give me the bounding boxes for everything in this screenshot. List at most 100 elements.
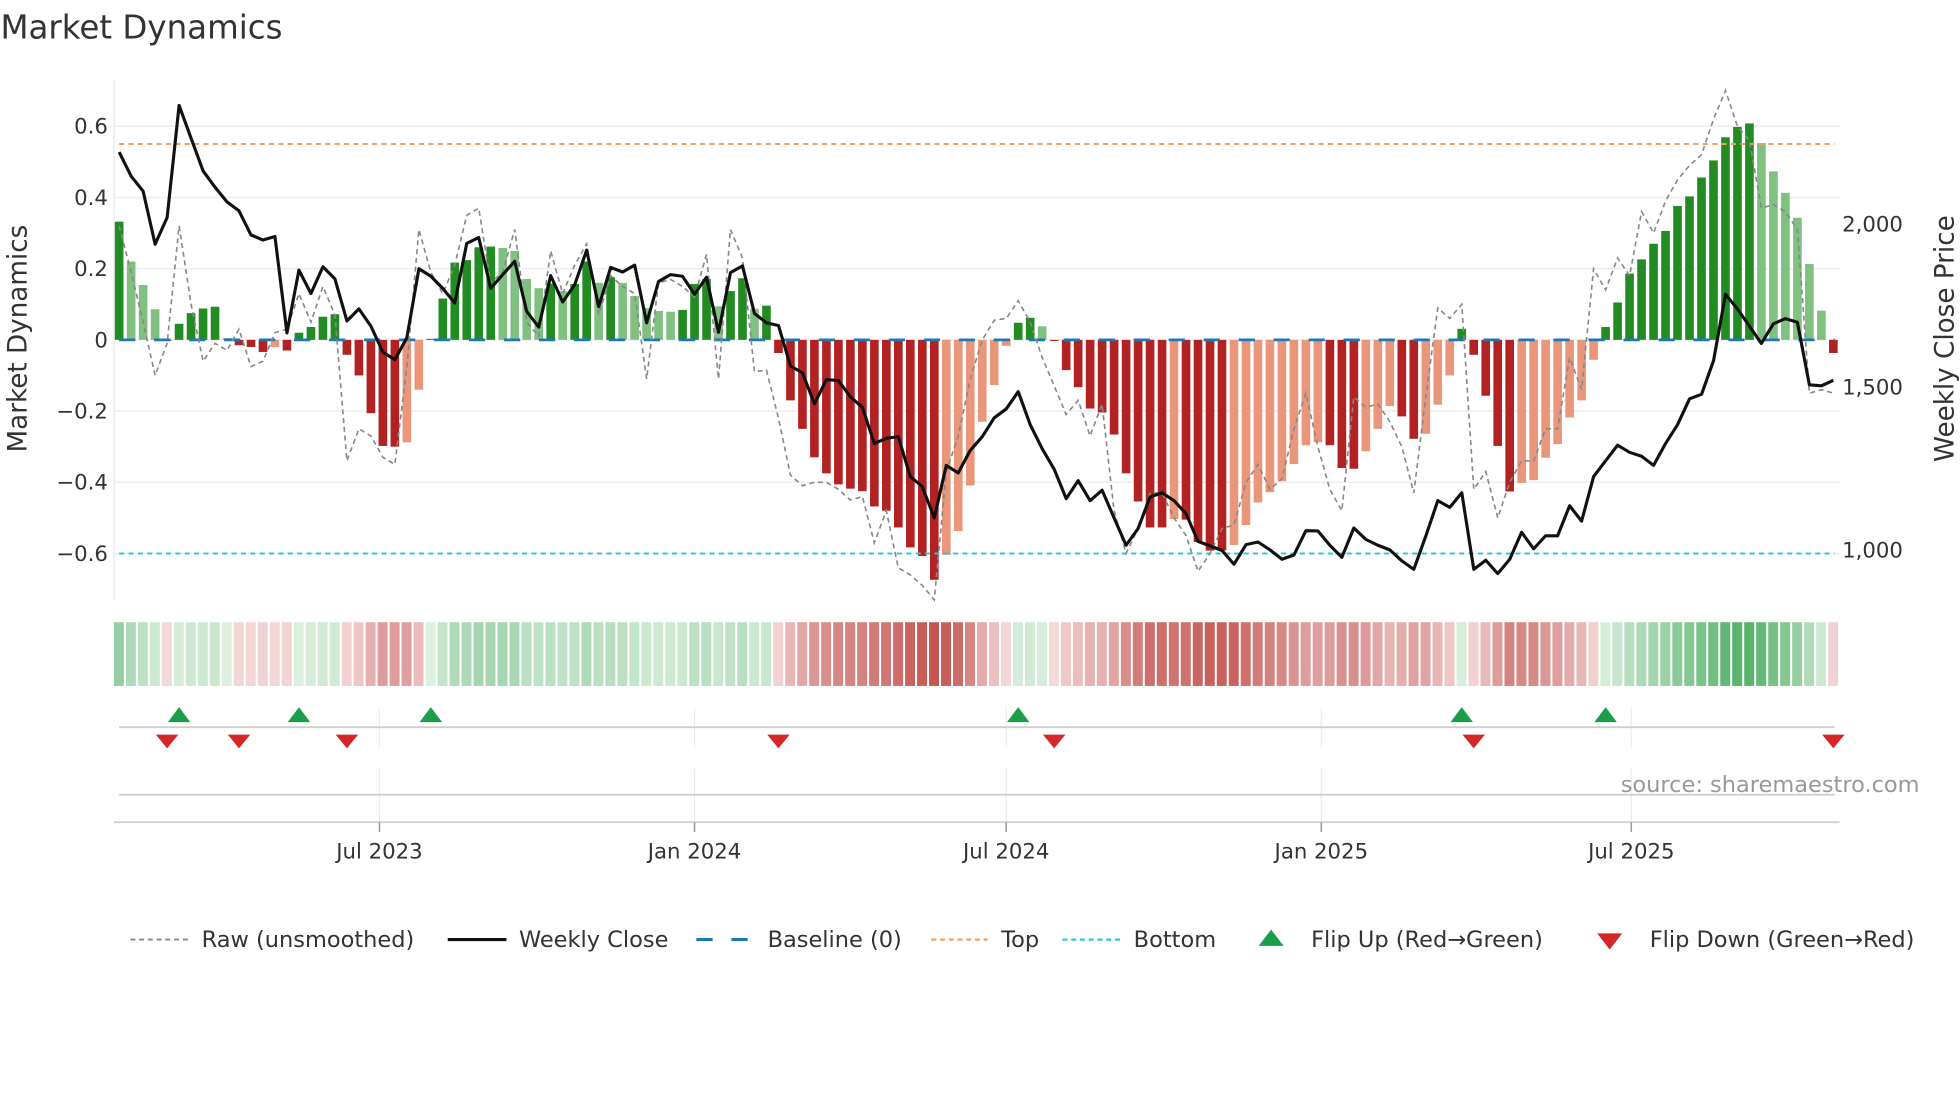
heatmap-cell	[833, 622, 844, 686]
momentum-bar	[1313, 339, 1323, 443]
legend-bottom-label: Bottom	[1134, 927, 1216, 953]
momentum-bar	[1361, 339, 1371, 452]
heatmap-cell	[149, 622, 160, 686]
heatmap-cell	[1480, 622, 1491, 686]
momentum-bar	[246, 339, 256, 347]
heatmap-cell	[329, 622, 340, 686]
heatmap-cell	[1072, 622, 1083, 686]
momentum-bar	[1829, 339, 1838, 354]
momentum-bar	[1373, 339, 1383, 429]
heatmap-cell	[209, 622, 220, 686]
heatmap-cell	[281, 622, 292, 686]
heatmap-cell	[1240, 622, 1251, 686]
flip-up-marker-icon	[1450, 707, 1473, 723]
heatmap-cell	[605, 622, 616, 686]
heatmap-cell	[665, 622, 676, 686]
heatmap-cell	[233, 622, 244, 686]
heatmap-cell	[317, 622, 328, 686]
momentum-bar	[1253, 339, 1263, 503]
flip-down-marker-icon	[335, 734, 359, 749]
heatmap-cell	[1696, 622, 1707, 686]
heatmap-cell	[1588, 622, 1599, 686]
heatmap-cell	[1684, 622, 1695, 686]
heatmap-cell	[1576, 622, 1587, 686]
y2-tick-label: 1,000	[1842, 538, 1903, 563]
heatmap-cell	[1756, 622, 1767, 686]
momentum-bar	[1337, 339, 1347, 469]
heatmap-cell	[137, 622, 148, 686]
heatmap-cell	[1396, 622, 1407, 686]
momentum-bar	[426, 338, 436, 340]
reference-lines	[119, 143, 1835, 555]
heatmap-cell	[809, 622, 820, 686]
heatmap-cell	[1672, 622, 1683, 686]
heatmap-cell	[1720, 622, 1731, 686]
momentum-bar	[1133, 339, 1143, 502]
heatmap-cell	[1096, 622, 1107, 686]
legend-flip-up-icon	[1258, 929, 1284, 946]
momentum-bar	[941, 339, 951, 555]
heatmap-cell	[1660, 622, 1671, 686]
heatmap-cell	[689, 622, 700, 686]
heatmap-cell	[761, 622, 772, 686]
y-tick-label: −0.4	[56, 471, 108, 496]
momentum-bar	[1169, 339, 1179, 519]
heatmap-cell	[1012, 622, 1023, 686]
heatmap-cell	[1432, 622, 1443, 686]
flip-down-marker-icon	[1462, 734, 1485, 749]
momentum-bar	[965, 339, 975, 486]
heatmap-cell	[425, 622, 436, 686]
momentum-bar	[618, 282, 627, 340]
heatmap-cell	[1132, 622, 1143, 686]
momentum-bar	[1037, 326, 1047, 340]
heatmap-cell	[1768, 622, 1779, 686]
heatmap-cell	[1792, 622, 1803, 686]
series-lines	[117, 88, 1835, 602]
momentum-bar	[1613, 302, 1622, 340]
heatmap-cell	[881, 622, 892, 686]
heatmap-cell	[1264, 622, 1275, 686]
heatmap-cell	[533, 622, 544, 686]
raw-unsmoothed-line	[118, 88, 1834, 602]
heatmap-cell	[1648, 622, 1659, 686]
legend: Raw (unsmoothed) Weekly Close Baseline (…	[130, 927, 1914, 953]
heatmap-cell	[557, 622, 568, 686]
heatmap-cell	[617, 622, 628, 686]
heatmap-cell	[1276, 622, 1287, 686]
momentum-bar	[1625, 273, 1634, 340]
momentum-bar	[1661, 230, 1670, 340]
momentum-bar	[882, 339, 891, 511]
heatmap-cell	[365, 622, 376, 686]
heatmap-cell	[1492, 622, 1503, 686]
heatmap-cell	[1804, 622, 1815, 686]
heatmap-cell	[161, 622, 172, 686]
left-y-ticks: 0.6 0.4 0.2 0 −0.2 −0.4 −0.6	[56, 115, 108, 567]
heatmap-cell	[1144, 622, 1155, 686]
heatmap-cell	[185, 622, 196, 686]
momentum-bar	[210, 306, 220, 340]
heatmap-cell	[497, 622, 508, 686]
momentum-bar	[1325, 339, 1335, 446]
flip-up-marker-icon	[1594, 707, 1617, 723]
y-tick-label: −0.6	[56, 542, 108, 567]
heatmap-cell	[305, 622, 316, 686]
x-tick-label: Jul 2024	[961, 839, 1049, 864]
momentum-bar	[1241, 339, 1251, 525]
momentum-bar	[786, 339, 795, 401]
y-tick-label: 0.4	[74, 186, 108, 211]
momentum-bar	[738, 278, 747, 340]
heatmap-cell	[653, 622, 664, 686]
heatmap-cell	[1732, 622, 1743, 686]
heatmap-cell	[953, 622, 964, 686]
heatmap-cell	[1780, 622, 1791, 686]
heatmap-cell	[1612, 622, 1623, 686]
heatmap-cell	[941, 622, 952, 686]
momentum-bar	[1469, 339, 1479, 355]
y-tick-label: 0.2	[74, 257, 108, 282]
momentum-bar	[582, 261, 591, 340]
momentum-bar	[1073, 339, 1083, 388]
flip-up-marker-icon	[419, 707, 443, 723]
heatmap-cell	[773, 622, 784, 686]
momentum-bar	[1805, 264, 1814, 340]
momentum-bar	[1481, 339, 1491, 396]
